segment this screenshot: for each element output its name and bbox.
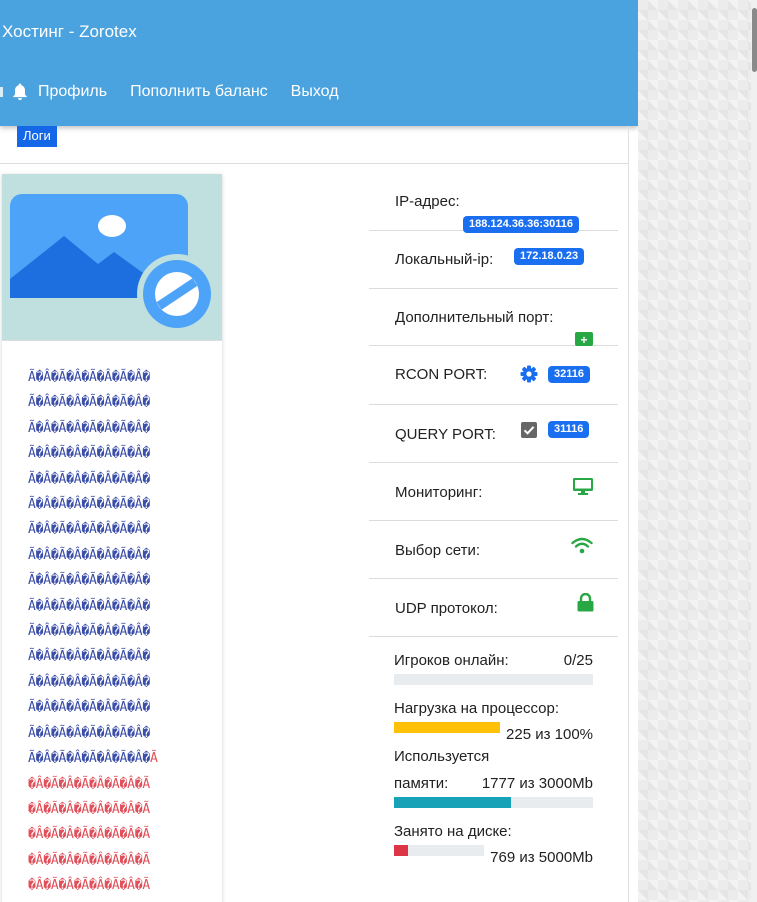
rcon-label: RCON PORT: — [395, 366, 488, 383]
extra-port-row: Дополнительный порт: + — [369, 289, 618, 346]
description-line: Ã�Â�Ã�Â�Ã�Â�Ã�Â� — [28, 573, 151, 589]
query-row: QUERY PORT: 31116 — [369, 405, 618, 463]
gear-icon[interactable] — [520, 365, 538, 383]
description-line: Ã�Â�Ã�Â�Ã�Â�Ã�Â� — [28, 446, 151, 462]
image-placeholder-icon — [10, 194, 217, 334]
wifi-icon[interactable] — [571, 537, 593, 554]
local-ip-label: Локальный-ip: — [395, 251, 494, 268]
nav-logout-link[interactable]: Выход — [291, 83, 339, 101]
scrollbar[interactable] — [751, 0, 757, 902]
description-line: Ã�Â�Ã�Â�Ã�Â�Ã�Â� — [28, 598, 151, 614]
query-badge[interactable]: 31116 — [548, 421, 590, 438]
description-line: Ã�Â�Ã�Â�Ã�Â�Ã�Â�Ã — [28, 751, 158, 767]
bell-icon[interactable] — [12, 83, 28, 101]
description-line: �Â�Ã�Â�Ã�Â�Ã�Â�Ã — [28, 776, 151, 792]
description-line: Ã�Â�Ã�Â�Ã�Â�Ã�Â� — [28, 624, 151, 640]
nav-edge-icon — [0, 87, 3, 97]
players-label: Игроков онлайн: — [394, 652, 509, 669]
rcon-badge[interactable]: 32116 — [548, 366, 590, 383]
server-description: Ã�Â�Ã�Â�Ã�Â�Ã�Â� Ã�Â�Ã�Â�Ã�Â�Ã�Â� Ã�Â�Ã�Â�… — [2, 341, 222, 899]
app-window: Хостинг - Zorotex Профиль Пополнить бала… — [0, 0, 638, 902]
players-progress — [394, 674, 593, 685]
description-line: �Â�Ã�Â�Ã�Â�Ã�Â�Ã — [28, 827, 151, 843]
cpu-progress — [394, 722, 500, 733]
server-card: Ã�Â�Ã�Â�Ã�Â�Ã�Â� Ã�Â�Ã�Â�Ã�Â�Ã�Â� Ã�Â�Ã�Â�… — [2, 174, 222, 902]
cpu-value: 225 из 100% — [506, 726, 593, 743]
page-background — [638, 0, 751, 902]
cpu-progress-fill — [394, 722, 500, 733]
query-label: QUERY PORT: — [395, 426, 496, 443]
divider — [0, 163, 628, 164]
players-value: 0/25 — [563, 652, 593, 669]
description-line: Ã�Â�Ã�Â�Ã�Â�Ã�Â� — [28, 370, 151, 385]
add-port-icon[interactable]: + — [575, 332, 593, 346]
description-line: �Â�Ã�Â�Ã�Â�Ã�Â�Ã — [28, 878, 151, 894]
ip-row: IP-адрес: 188.124.36.36:30116 — [369, 174, 618, 233]
udp-row: UDP протокол: — [369, 579, 618, 637]
description-line: Ã�Â�Ã�Â�Ã�Â�Ã�Â� — [28, 420, 151, 436]
server-properties: IP-адрес: 188.124.36.36:30116 Локальный-… — [369, 174, 618, 637]
description-line: Ã�Â�Ã�Â�Ã�Â�Ã�Â� — [28, 700, 151, 716]
description-line: Ã�Â�Ã�Â�Ã�Â�Ã�Â� — [28, 522, 151, 538]
description-line: Ã�Â�Ã�Â�Ã�Â�Ã�Â� — [28, 471, 151, 487]
monitoring-label: Мониторинг: — [395, 484, 483, 501]
description-line: Ã�Â�Ã�Â�Ã�Â�Ã�Â� — [28, 674, 151, 690]
scrollbar-thumb[interactable] — [752, 8, 757, 72]
udp-label: UDP протокол: — [395, 600, 498, 617]
mem-label-line2: памяти: — [394, 775, 449, 792]
description-line: Ã�Â�Ã�Â�Ã�Â�Ã�Â� — [28, 395, 151, 411]
network-row: Выбор сети: — [369, 521, 618, 579]
mem-label-line1: Используется — [394, 748, 490, 765]
disk-progress — [394, 845, 484, 856]
mem-value: 1777 из 3000Mb — [481, 775, 593, 792]
mem-progress — [394, 797, 593, 808]
top-navbar: Хостинг - Zorotex Профиль Пополнить бала… — [0, 0, 638, 126]
server-image — [2, 174, 222, 340]
description-line: Ã�Â�Ã�Â�Ã�Â�Ã�Â� — [28, 547, 151, 563]
disk-value: 769 из 5000Mb — [490, 849, 593, 866]
logs-button[interactable]: Логи — [17, 126, 57, 147]
mem-progress-fill — [394, 797, 511, 808]
brand-title[interactable]: Хостинг - Zorotex — [2, 22, 137, 42]
description-line: Ã�Â�Ã�Â�Ã�Â�Ã�Â� — [28, 649, 151, 665]
rcon-row: RCON PORT: 32116 — [369, 346, 618, 405]
cpu-label: Нагрузка на процессор: — [394, 700, 559, 717]
monitoring-row: Мониторинг: — [369, 463, 618, 521]
panel-border — [628, 126, 629, 902]
disk-progress-fill — [394, 845, 408, 856]
description-line: �Â�Ã�Â�Ã�Â�Ã�Â�Ã — [28, 801, 151, 817]
local-ip-row: Локальный-ip: 172.18.0.23 — [369, 231, 618, 289]
local-ip-badge[interactable]: 172.18.0.23 — [514, 248, 585, 265]
nav-profile-link[interactable]: Профиль — [38, 83, 107, 101]
network-label: Выбор сети: — [395, 542, 480, 559]
extra-port-label: Дополнительный порт: — [395, 309, 554, 326]
disk-label: Занято на диске: — [394, 823, 512, 840]
description-line: �Â�Ã�Â�Ã�Â�Ã�Â�Ã — [28, 852, 151, 868]
description-line: Ã�Â�Ã�Â�Ã�Â�Ã�Â� — [28, 497, 151, 513]
nav-topup-link[interactable]: Пополнить баланс — [130, 83, 268, 101]
checkbox-icon[interactable] — [521, 422, 537, 438]
monitor-icon[interactable] — [573, 478, 593, 495]
main-nav: Профиль Пополнить баланс Выход — [0, 83, 362, 101]
ip-label: IP-адрес: — [395, 193, 460, 210]
lock-icon[interactable] — [577, 593, 594, 612]
description-line: Ã�Â�Ã�Â�Ã�Â�Ã�Â� — [28, 725, 151, 741]
